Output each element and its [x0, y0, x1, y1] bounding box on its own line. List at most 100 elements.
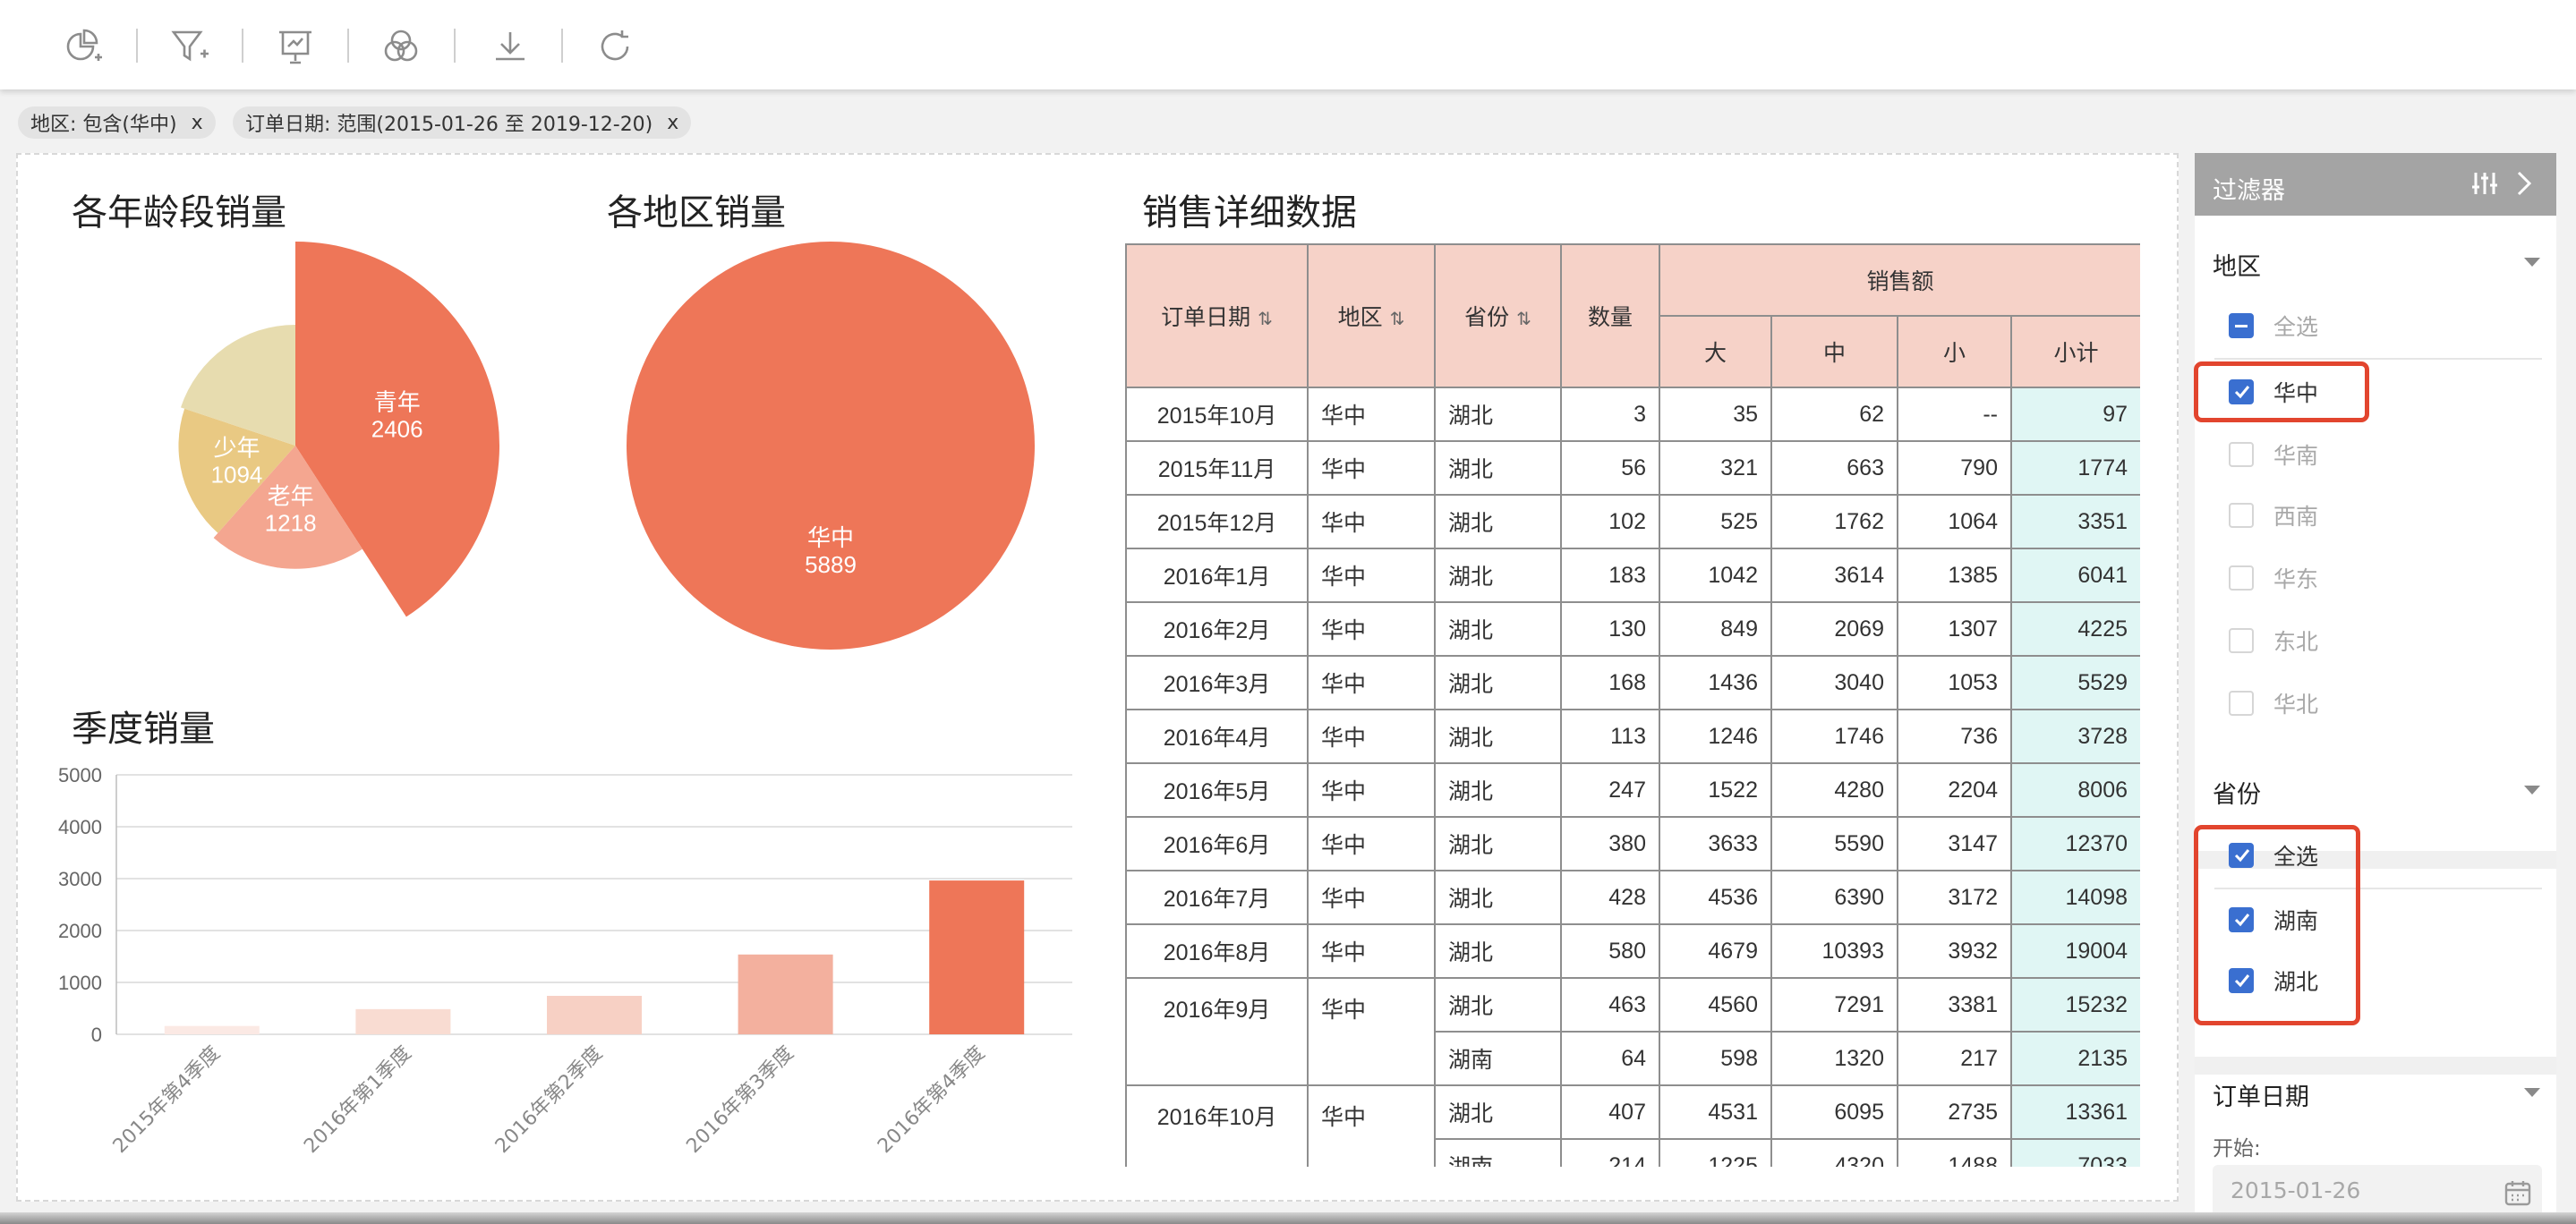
cell-province: 湖北 — [1434, 709, 1562, 764]
cell-province: 湖南 — [1434, 1031, 1562, 1086]
col-header-region[interactable]: 地区 ⇅ — [1307, 243, 1436, 388]
table-row[interactable]: 2015年12月 华中 湖北 102 525 1762 1064 3351 — [1125, 494, 2140, 549]
y-tick-label: 4000 — [58, 816, 102, 838]
filter-chip-label: 地区: 包含(华中) — [30, 114, 177, 136]
cell-small: 1064 — [1897, 494, 2012, 549]
filter-option-region-4[interactable]: 东北 — [2229, 623, 2318, 659]
sort-icon[interactable]: ⇅ — [1258, 310, 1273, 329]
filter-section-province-title[interactable]: 省份 — [2213, 775, 2261, 810]
cell-small: 1053 — [1897, 655, 2012, 710]
col-header-medium[interactable]: 中 — [1770, 315, 1898, 388]
cell-subtotal: 2135 — [2009, 1031, 2140, 1086]
calendar-icon[interactable] — [2504, 1179, 2531, 1206]
cell-small: -- — [1897, 387, 2012, 442]
cell-order-date: 2016年8月 — [1125, 923, 1309, 979]
chevron-down-icon[interactable] — [2524, 786, 2540, 795]
chevron-right-icon[interactable] — [2512, 169, 2537, 198]
filter-chip-order-date[interactable]: 订单日期: 范围(2015-01-26 至 2019-12-20) x — [233, 106, 692, 139]
col-header-quantity[interactable]: 数量 — [1560, 243, 1660, 388]
cell-small: 1488 — [1897, 1138, 2012, 1167]
cell-order-date: 2016年1月 — [1125, 548, 1309, 603]
age-pie-chart[interactable]: 青年2406 老年1218 少年1094 — [134, 224, 537, 635]
filter-option-region-2[interactable]: 西南 — [2229, 497, 2318, 533]
start-date-input[interactable]: 2015-01-26 — [2213, 1165, 2542, 1217]
table-row[interactable]: 2015年11月 华中 湖北 56 321 663 790 1774 — [1125, 440, 2140, 496]
cell-province: 湖北 — [1434, 1084, 1562, 1140]
cell-subtotal: 3351 — [2009, 494, 2140, 549]
venn-icon[interactable] — [380, 25, 422, 68]
cell-medium: 10393 — [1770, 923, 1898, 979]
cell-region: 华中 — [1307, 548, 1436, 603]
cell-small: 3932 — [1897, 923, 2012, 979]
x-tick-label: 2016年第2季度 — [491, 1042, 607, 1158]
cell-medium: 6095 — [1770, 1084, 1898, 1140]
checkbox-unchecked[interactable] — [2229, 442, 2254, 467]
filter-add-icon[interactable] — [168, 25, 211, 68]
col-header-subtotal[interactable]: 小计 — [2009, 315, 2140, 388]
close-icon[interactable]: x — [192, 112, 203, 134]
checkbox-unchecked[interactable] — [2229, 628, 2254, 653]
table-row[interactable]: 2016年9月 华中 湖北 463 4560 7291 3381 15232 — [1125, 977, 2140, 1086]
highlight-box — [2194, 825, 2360, 1025]
filter-chip-region[interactable]: 地区: 包含(华中) x — [18, 106, 216, 139]
col-header-order-date[interactable]: 订单日期 ⇅ — [1125, 243, 1309, 388]
sliders-icon[interactable] — [2470, 169, 2499, 198]
col-header-small[interactable]: 小 — [1897, 315, 2012, 388]
cell-quantity: 113 — [1560, 709, 1660, 764]
bar[interactable] — [355, 1008, 451, 1034]
table-row[interactable]: 2015年10月 华中 湖北 3 35 62 -- 97 — [1125, 387, 2140, 442]
col-header-large[interactable]: 大 — [1659, 315, 1772, 388]
table-row[interactable]: 2016年6月 华中 湖北 380 3633 5590 3147 12370 — [1125, 816, 2140, 871]
filter-option-region-1[interactable]: 华南 — [2229, 437, 2318, 472]
cell-region: 华中 — [1307, 1084, 1436, 1167]
cell-subtotal: 6041 — [2009, 548, 2140, 603]
table-row[interactable]: 2016年1月 华中 湖北 183 1042 3614 1385 6041 — [1125, 548, 2140, 603]
table-row[interactable]: 2016年4月 华中 湖北 113 1246 1746 736 3728 — [1125, 709, 2140, 764]
filter-option-region-5[interactable]: 华北 — [2229, 685, 2318, 721]
filter-section-region-title[interactable]: 地区 — [2213, 247, 2261, 282]
table-row[interactable]: 2016年8月 华中 湖北 580 4679 10393 3932 19004 — [1125, 923, 2140, 979]
table-row[interactable]: 2016年2月 华中 湖北 130 849 2069 1307 4225 — [1125, 601, 2140, 657]
checkbox-unchecked[interactable] — [2229, 503, 2254, 528]
pie-chart-add-icon[interactable] — [61, 25, 104, 68]
table-row[interactable]: 2016年5月 华中 湖北 247 1522 4280 2204 8006 — [1125, 762, 2140, 818]
region-pie-title: 各地区销量 — [607, 192, 786, 234]
pie-slice[interactable] — [627, 242, 1035, 650]
sort-icon[interactable]: ⇅ — [1390, 310, 1405, 329]
filter-option-region-3[interactable]: 华东 — [2229, 560, 2318, 596]
table-row[interactable]: 2016年10月 华中 湖北 407 4531 6095 2735 13361 — [1125, 1084, 2140, 1167]
toolbar — [0, 0, 2576, 89]
cell-province: 湖北 — [1434, 923, 1562, 979]
bar[interactable] — [164, 1025, 260, 1034]
cell-region: 华中 — [1307, 816, 1436, 871]
table-row[interactable]: 2016年3月 华中 湖北 168 1436 3040 1053 5529 — [1125, 655, 2140, 710]
cell-subtotal: 1774 — [2009, 440, 2140, 496]
cell-subtotal: 12370 — [2009, 816, 2140, 871]
filter-option-select-all-region[interactable]: 全选 — [2229, 308, 2318, 344]
download-icon[interactable] — [489, 25, 532, 68]
close-icon[interactable]: x — [667, 112, 678, 134]
table-title: 销售详细数据 — [1142, 192, 1357, 234]
bar[interactable] — [547, 996, 642, 1034]
presentation-icon[interactable] — [274, 25, 317, 68]
col-header-province[interactable]: 省份 ⇅ — [1434, 243, 1562, 388]
col-header-sales[interactable]: 销售额 — [1658, 243, 2140, 317]
bar[interactable] — [738, 954, 833, 1034]
pie-slice-label: 华中 — [807, 525, 854, 552]
checkbox-indeterminate[interactable] — [2229, 313, 2254, 338]
region-pie-chart[interactable]: 华中5889 — [618, 233, 1047, 662]
sort-icon[interactable]: ⇅ — [1516, 310, 1531, 329]
checkbox-unchecked[interactable] — [2229, 565, 2254, 591]
chevron-down-icon[interactable] — [2524, 258, 2540, 267]
bar[interactable] — [929, 880, 1025, 1034]
filter-section-order-date-title[interactable]: 订单日期 — [2213, 1077, 2309, 1112]
cell-province: 湖北 — [1434, 977, 1562, 1033]
quarter-bar-chart[interactable]: 0 1000 2000 3000 4000 5000 2015年第4季度 2016年第1季度 2… — [36, 752, 1092, 1181]
refresh-icon[interactable] — [593, 25, 636, 68]
table-row[interactable]: 2016年7月 华中 湖北 428 4536 6390 3172 14098 — [1125, 870, 2140, 925]
chevron-down-icon[interactable] — [2524, 1088, 2540, 1097]
cell-quantity: 130 — [1560, 601, 1660, 657]
cell-large: 4679 — [1659, 923, 1772, 979]
cell-subtotal: 4225 — [2009, 601, 2140, 657]
checkbox-unchecked[interactable] — [2229, 691, 2254, 716]
